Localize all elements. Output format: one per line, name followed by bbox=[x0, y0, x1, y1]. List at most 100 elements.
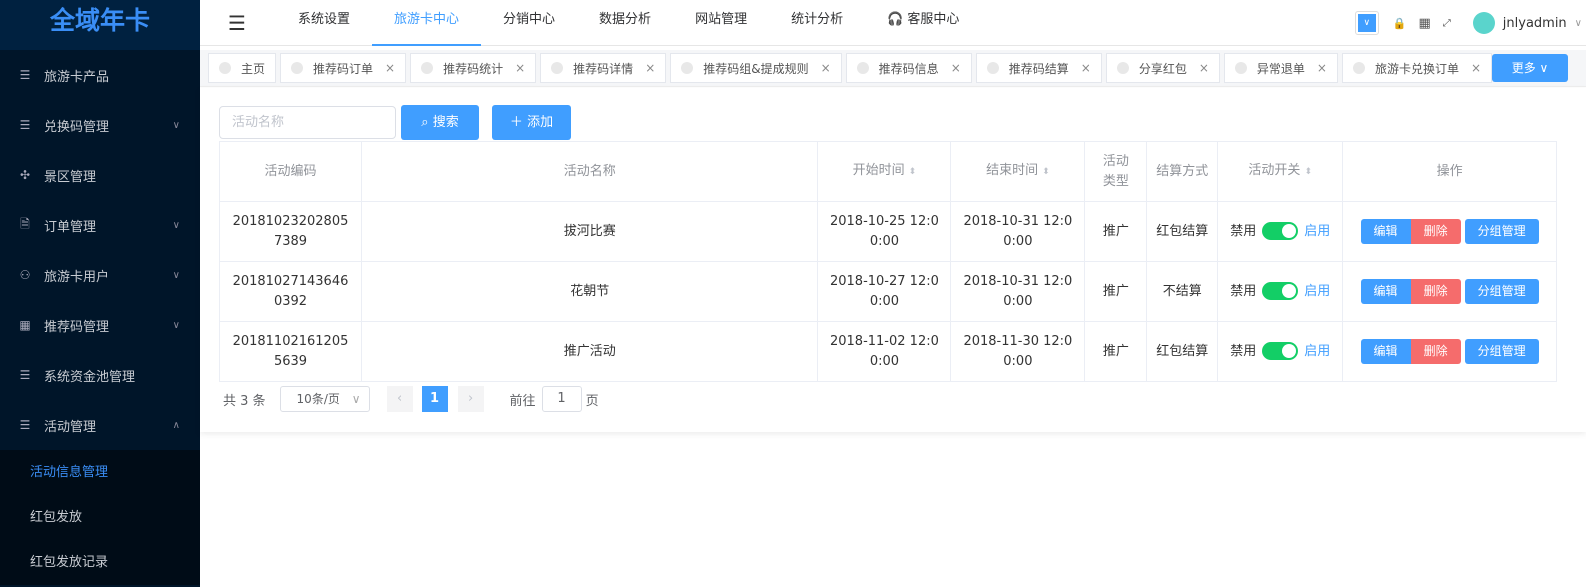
page-size-select[interactable]: 10条/页 ∨ bbox=[279, 386, 370, 412]
nav-label: 旅游卡中心 bbox=[394, 11, 460, 27]
goto-page-input[interactable]: 1 bbox=[541, 386, 582, 412]
prev-page-button[interactable]: ‹ bbox=[386, 386, 413, 412]
page-tab[interactable]: 异常退单 × bbox=[1223, 53, 1338, 83]
close-icon[interactable]: × bbox=[951, 61, 961, 75]
column-header: 活动编码 bbox=[219, 141, 362, 202]
page-tab[interactable]: 推荐码组&提成规则 × bbox=[670, 53, 842, 83]
delete-button[interactable]: 删除 bbox=[1410, 339, 1461, 364]
document-icon: 🗎 bbox=[20, 216, 30, 231]
close-icon[interactable]: × bbox=[1199, 61, 1209, 75]
nav-item[interactable]: 统计分析 bbox=[769, 0, 865, 46]
column-header: 结算方式 bbox=[1146, 141, 1219, 202]
sidebar-item[interactable]: 🗎 订单管理 ∨ bbox=[0, 200, 200, 250]
tab-label: 推荐码信息 bbox=[878, 61, 939, 76]
logo: 全域年卡 bbox=[0, 0, 200, 50]
activity-table: 活动编码 活动名称 开始时间 ⬍ 结束时间 ⬍ 活动类型 结算方式 活动开关 ⬍ 操作 201810… bbox=[219, 141, 1557, 382]
sidebar-item[interactable]: ✣ 景区管理 bbox=[0, 150, 200, 200]
search-input[interactable]: 活动名称 bbox=[219, 106, 396, 139]
sort-icon[interactable]: ⬍ bbox=[1042, 167, 1050, 177]
tab-label: 异常退单 bbox=[1256, 61, 1305, 76]
delete-button[interactable]: 删除 bbox=[1410, 219, 1461, 244]
submenu-item[interactable]: 红包发放 bbox=[0, 495, 200, 540]
page-tab[interactable]: 分享红包 × bbox=[1105, 53, 1220, 83]
column-header[interactable]: 活动开关 ⬍ bbox=[1217, 141, 1344, 202]
lock-icon[interactable]: 🔒 bbox=[1393, 17, 1407, 30]
submenu-item[interactable]: 红包发放记录 bbox=[0, 540, 200, 585]
column-header[interactable]: 结束时间 ⬍ bbox=[950, 141, 1086, 202]
page-tab[interactable]: 推荐码详情 × bbox=[540, 53, 667, 83]
status-toggle[interactable] bbox=[1262, 282, 1299, 300]
group-manage-button[interactable]: 分组管理 bbox=[1464, 339, 1539, 364]
group-manage-button[interactable]: 分组管理 bbox=[1464, 279, 1539, 304]
cell-settle: 红包结算 bbox=[1146, 201, 1219, 262]
close-icon[interactable]: × bbox=[1081, 61, 1091, 75]
sidebar-item[interactable]: ☰ 旅游卡产品 bbox=[0, 50, 200, 100]
sidebar-item[interactable]: ☰ 系统资金池管理 bbox=[0, 350, 200, 400]
tab-label: 分享红包 bbox=[1138, 61, 1187, 76]
sidebar-item[interactable]: ⚇ 旅游卡用户 ∨ bbox=[0, 250, 200, 300]
sidebar-item[interactable]: ☰ 活动管理 ∧ bbox=[0, 400, 200, 450]
avatar[interactable] bbox=[1472, 12, 1495, 34]
headset-icon: 🎧 bbox=[887, 11, 908, 27]
edit-button[interactable]: 编辑 bbox=[1360, 219, 1411, 244]
close-icon[interactable]: × bbox=[1471, 61, 1481, 75]
page-tab[interactable]: 推荐码信息 × bbox=[845, 53, 972, 83]
page-tab[interactable]: 推荐码订单 × bbox=[280, 53, 407, 83]
edit-button[interactable]: 编辑 bbox=[1360, 339, 1411, 364]
hamburger-icon[interactable]: ☰ bbox=[228, 11, 248, 35]
close-icon[interactable]: × bbox=[821, 61, 831, 75]
page-tab[interactable]: 推荐码统计 × bbox=[410, 53, 537, 83]
dot-icon bbox=[856, 62, 869, 74]
next-page-button[interactable]: › bbox=[457, 386, 484, 412]
more-button[interactable]: 更多 ∨ bbox=[1492, 54, 1568, 82]
status-toggle[interactable] bbox=[1262, 342, 1299, 360]
page-tab[interactable]: 推荐码结算 × bbox=[975, 53, 1102, 83]
submenu-item[interactable]: 活动信息管理 bbox=[0, 450, 200, 495]
cell-type: 推广 bbox=[1084, 201, 1148, 262]
group-manage-button[interactable]: 分组管理 bbox=[1464, 219, 1539, 244]
page-tab[interactable]: 主页 bbox=[208, 53, 277, 83]
nav-item[interactable]: 数据分析 bbox=[577, 0, 673, 46]
column-label: 活动名称 bbox=[563, 163, 616, 179]
sidebar-item[interactable]: ☰ 兑换码管理 ∨ bbox=[0, 100, 200, 150]
page-1-button[interactable]: 1 bbox=[421, 386, 448, 412]
grid-icon[interactable]: ▦ bbox=[1418, 16, 1430, 31]
type-text: 推广 bbox=[1102, 283, 1129, 299]
search-placeholder: 活动名称 bbox=[232, 115, 285, 130]
sort-icon[interactable]: ⬍ bbox=[1304, 167, 1312, 177]
sort-icon[interactable]: ⬍ bbox=[909, 167, 917, 177]
sidebar: 全域年卡 ☰ 旅游卡产品 ☰ 兑换码管理 ∨ ✣ 景区管理 🗎 订单管理 ∨ ⚇ 旅游卡用户 ∨ ▦ 推荐码… bbox=[0, 0, 200, 587]
cell-name: 拔河比赛 bbox=[360, 201, 819, 262]
close-icon[interactable]: × bbox=[515, 61, 525, 75]
end-text: 2018-11-30 12:00:00 bbox=[963, 333, 1073, 369]
close-icon[interactable]: × bbox=[645, 61, 655, 75]
nav-item[interactable]: 系统设置 bbox=[276, 0, 372, 46]
code-text: 201811021612055639 bbox=[232, 333, 349, 369]
search-button[interactable]: ⌕ 搜索 bbox=[401, 105, 479, 140]
cell-start: 2018-10-27 12:00:00 bbox=[817, 261, 952, 322]
nav-item[interactable]: 🎧 客服中心 bbox=[865, 0, 981, 46]
page-tab[interactable]: 旅游卡兑换订单 × bbox=[1341, 53, 1493, 83]
chevron-down-icon: ∨ bbox=[172, 269, 180, 281]
sidebar-item-label: 推荐码管理 bbox=[44, 319, 110, 335]
username[interactable]: jnlyadmin bbox=[1503, 16, 1567, 31]
nav-item[interactable]: 网站管理 bbox=[673, 0, 769, 46]
status-toggle[interactable] bbox=[1262, 222, 1299, 240]
column-header[interactable]: 开始时间 ⬍ bbox=[817, 141, 952, 202]
column-header: 操作 bbox=[1342, 141, 1557, 202]
delete-button[interactable]: 删除 bbox=[1410, 279, 1461, 304]
close-icon[interactable]: × bbox=[385, 61, 395, 75]
nav-item[interactable]: 分销中心 bbox=[481, 0, 577, 46]
nav-item[interactable]: 旅游卡中心 bbox=[372, 0, 482, 46]
column-header: 活动类型 bbox=[1084, 141, 1148, 202]
name-text: 推广活动 bbox=[563, 343, 616, 359]
sidebar-item[interactable]: ▦ 推荐码管理 ∨ bbox=[0, 300, 200, 350]
fullscreen-icon[interactable]: ⤢ bbox=[1443, 18, 1451, 29]
close-icon[interactable]: × bbox=[1317, 61, 1327, 75]
start-text: 2018-10-25 12:00:00 bbox=[829, 213, 939, 249]
add-button[interactable]: ＋ 添加 bbox=[492, 105, 571, 140]
edit-button[interactable]: 编辑 bbox=[1360, 279, 1411, 304]
dropdown-button[interactable]: ∨ bbox=[1354, 11, 1379, 35]
list-icon: ☰ bbox=[19, 118, 31, 132]
chevron-down-icon[interactable]: ∨ bbox=[1575, 18, 1582, 29]
